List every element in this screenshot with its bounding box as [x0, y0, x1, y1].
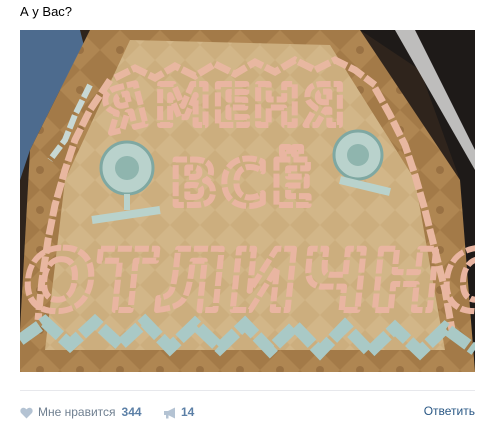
megaphone-icon — [163, 406, 177, 419]
post-photo[interactable]: Я МЕНЯ ВСЁ ОТЛИЧНО — [20, 30, 475, 372]
heart-icon — [20, 406, 33, 419]
like-button[interactable]: Мне нравится 344 — [20, 404, 142, 420]
photo-word-otlichno: ОТЛИЧНО — [20, 232, 475, 330]
post-actions: Мне нравится 344 14 Ответить — [20, 404, 475, 420]
share-count: 14 — [181, 405, 195, 419]
like-label: Мне нравится — [38, 405, 116, 419]
photo-word-menya: МЕНЯ — [155, 74, 347, 139]
share-button[interactable]: 14 — [163, 404, 194, 420]
reply-link[interactable]: Ответить — [424, 404, 475, 418]
wall-post: А у Вас? Я МЕНЯ ВСЁ ОТЛИЧНО Мне нравится… — [0, 0, 494, 439]
like-count: 344 — [121, 405, 142, 419]
banknote-lettering-image: Я МЕНЯ ВСЁ ОТЛИЧНО — [20, 30, 475, 372]
photo-word-vse: ВСЁ — [170, 147, 317, 220]
post-text: А у Вас? — [20, 4, 73, 19]
post-divider — [20, 390, 475, 391]
